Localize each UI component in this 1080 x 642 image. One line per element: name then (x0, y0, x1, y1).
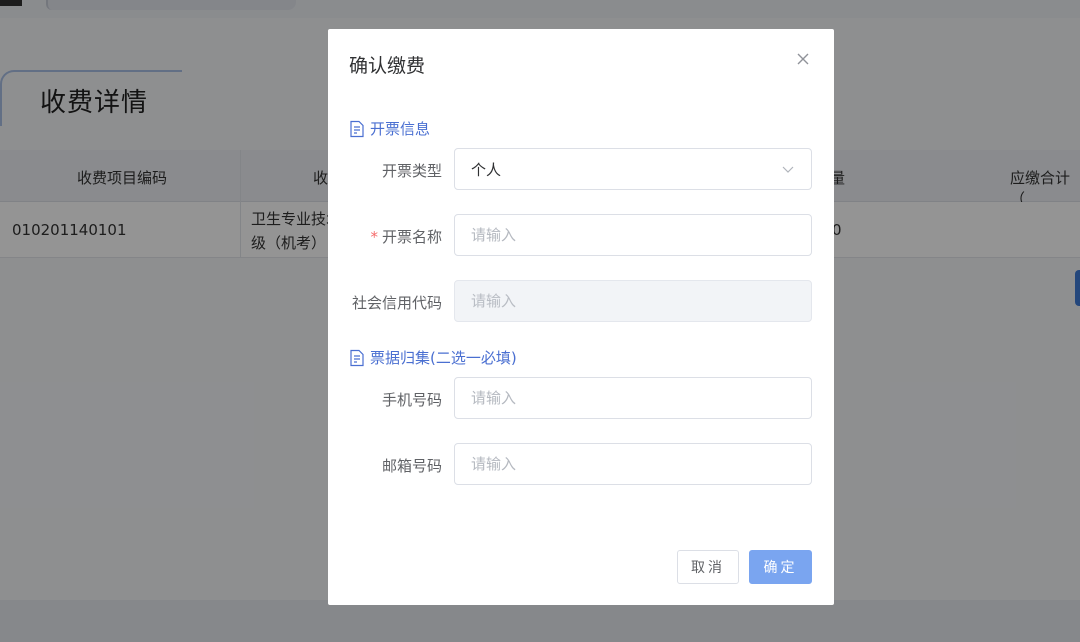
receipt-collection-header: 票据归集(二选一必填) (348, 347, 517, 368)
phone-input[interactable] (454, 377, 812, 419)
invoice-info-header: 开票信息 (348, 118, 430, 139)
credit-code-label: 社会信用代码 (351, 294, 442, 312)
email-label: 邮箱号码 (381, 457, 442, 475)
invoice-name-input[interactable] (454, 214, 812, 256)
cancel-button[interactable]: 取消 (677, 550, 739, 584)
phone-label: 手机号码 (381, 391, 442, 409)
email-input[interactable] (454, 443, 812, 485)
document-icon (348, 349, 366, 367)
invoice-name-label: * 开票名称 (370, 228, 442, 246)
invoice-info-label: 开票信息 (370, 120, 431, 138)
confirm-payment-dialog: 确认缴费 开票信息 开票类型 个人 *开票名称 社会信用代码 (328, 29, 834, 605)
close-icon[interactable] (793, 49, 813, 69)
invoice-type-select[interactable]: 个人 (454, 148, 812, 190)
document-icon (348, 120, 366, 138)
dialog-title: 确认缴费 (349, 55, 426, 77)
chevron-down-icon (781, 162, 795, 176)
required-mark: * (370, 228, 378, 246)
invoice-type-value: 个人 (471, 160, 502, 179)
receipt-collection-label: 票据归集(二选一必填) (370, 349, 517, 367)
invoice-type-label: 开票类型 (381, 162, 442, 180)
credit-code-input (454, 280, 812, 322)
confirm-button[interactable]: 确定 (749, 550, 812, 584)
